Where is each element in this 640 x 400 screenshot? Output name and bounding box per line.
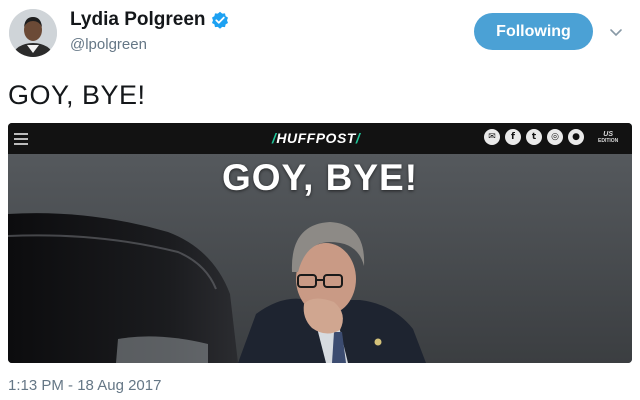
hamburger-menu-icon xyxy=(14,133,28,145)
social-icons: ✉ f t ◎ ● xyxy=(484,129,589,145)
tweet-timestamp[interactable]: 1:13 PM - 18 Aug 2017 xyxy=(8,377,161,394)
chevron-down-icon[interactable] xyxy=(608,24,624,40)
following-button[interactable]: Following xyxy=(474,13,593,50)
edition-sublabel: EDITION xyxy=(598,138,619,144)
edition-label-text: US xyxy=(603,131,613,138)
author-avatar[interactable] xyxy=(9,9,57,57)
huffpost-logo-text: HUFFPOST xyxy=(276,130,356,146)
twitter-icon: t xyxy=(526,129,542,145)
author-name[interactable]: Lydia Polgreen xyxy=(70,9,206,31)
huffpost-header-bar: /HUFFPOST/ ✉ f t ◎ ● US EDITION xyxy=(8,123,632,154)
tweet-text: GOY, BYE! xyxy=(8,80,146,110)
facebook-icon: f xyxy=(505,129,521,145)
notification-icon: ● xyxy=(568,129,584,145)
author-block: Lydia Polgreen @lpolgreen xyxy=(70,8,229,53)
instagram-icon: ◎ xyxy=(547,129,563,145)
edition-label: US EDITION xyxy=(598,131,618,145)
author-handle[interactable]: @lpolgreen xyxy=(70,36,229,53)
mail-icon: ✉ xyxy=(484,129,500,145)
media-headline: GOY, BYE! xyxy=(221,157,419,198)
author-name-row: Lydia Polgreen xyxy=(70,8,229,32)
tweet-media-image[interactable]: /HUFFPOST/ ✉ f t ◎ ● US EDITION GOY, BYE… xyxy=(8,123,632,363)
huffpost-logo: /HUFFPOST/ xyxy=(272,130,361,146)
verified-badge-icon xyxy=(211,11,229,29)
